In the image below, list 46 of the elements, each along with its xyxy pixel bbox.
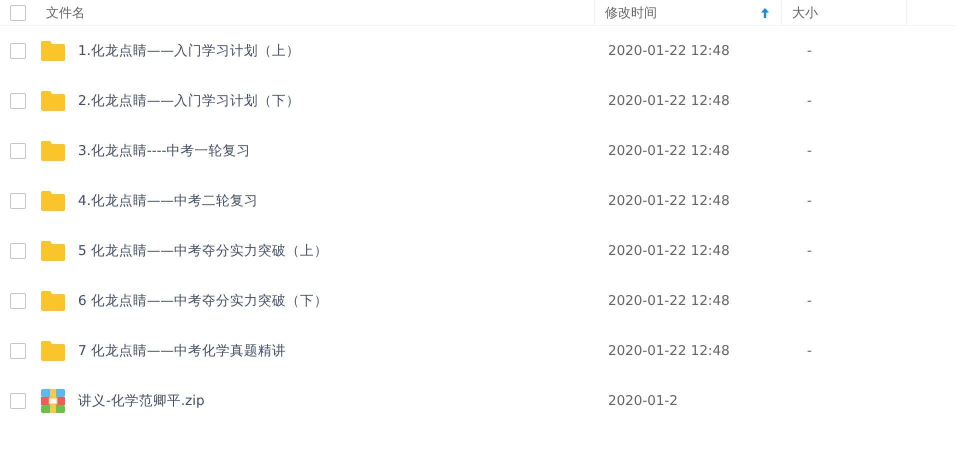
column-label: 修改时间: [605, 4, 657, 22]
row-checkbox[interactable]: [10, 243, 26, 259]
column-header[interactable]: 文件名: [36, 0, 594, 25]
modified-time: 2020-01-22 12:48: [608, 193, 730, 209]
file-name[interactable]: 4.化龙点睛——中考二轮复习: [78, 192, 258, 210]
row-checkbox[interactable]: [10, 43, 26, 59]
modified-time: 2020-01-22 12:48: [608, 93, 730, 109]
column-label: 大小: [792, 4, 818, 22]
folder-icon: [40, 240, 66, 262]
column-header[interactable]: 大小: [781, 0, 906, 25]
modified-time: 2020-01-22 12:48: [608, 343, 730, 359]
column-header[interactable]: 修改时间: [594, 0, 781, 25]
row-checkbox[interactable]: [10, 343, 26, 359]
folder-icon: [40, 340, 66, 362]
file-name[interactable]: 5 化龙点睛——中考夺分实力突破（上）: [78, 242, 328, 260]
file-size: -: [807, 343, 812, 359]
folder-icon: [40, 90, 66, 112]
file-size: -: [807, 43, 812, 59]
modified-time: 2020-01-22 12:48: [608, 143, 730, 159]
row-checkbox[interactable]: [10, 293, 26, 309]
folder-icon: [40, 190, 66, 212]
archive-icon: [40, 388, 66, 414]
file-size: -: [807, 93, 812, 109]
file-name[interactable]: 讲义-化学范卿平.zip: [78, 392, 205, 410]
select-all-checkbox[interactable]: [10, 4, 26, 20]
row-checkbox[interactable]: [10, 143, 26, 159]
row-checkbox[interactable]: [10, 193, 26, 209]
file-size: -: [807, 193, 812, 209]
file-name[interactable]: 2.化龙点睛——入门学习计划（下）: [78, 92, 300, 110]
file-name[interactable]: 3.化龙点睛----中考一轮复习: [78, 142, 250, 160]
modified-time: 2020-01-22 12:48: [608, 293, 730, 309]
file-size: -: [807, 143, 812, 159]
folder-icon: [40, 290, 66, 312]
column-label: 文件名: [46, 4, 85, 22]
modified-time: 2020-01-2: [608, 393, 678, 409]
modified-time: 2020-01-22 12:48: [608, 243, 730, 259]
file-name[interactable]: 7 化龙点睛——中考化学真题精讲: [78, 342, 286, 360]
row-checkbox[interactable]: [10, 393, 26, 409]
file-size: -: [807, 293, 812, 309]
file-size: -: [807, 243, 812, 259]
folder-icon: [40, 140, 66, 162]
row-checkbox[interactable]: [10, 93, 26, 109]
folder-icon: [40, 40, 66, 62]
modified-time: 2020-01-22 12:48: [608, 43, 730, 59]
file-name[interactable]: 1.化龙点睛——入门学习计划（上）: [78, 42, 300, 60]
file-name[interactable]: 6 化龙点睛——中考夺分实力突破（下）: [78, 292, 328, 310]
